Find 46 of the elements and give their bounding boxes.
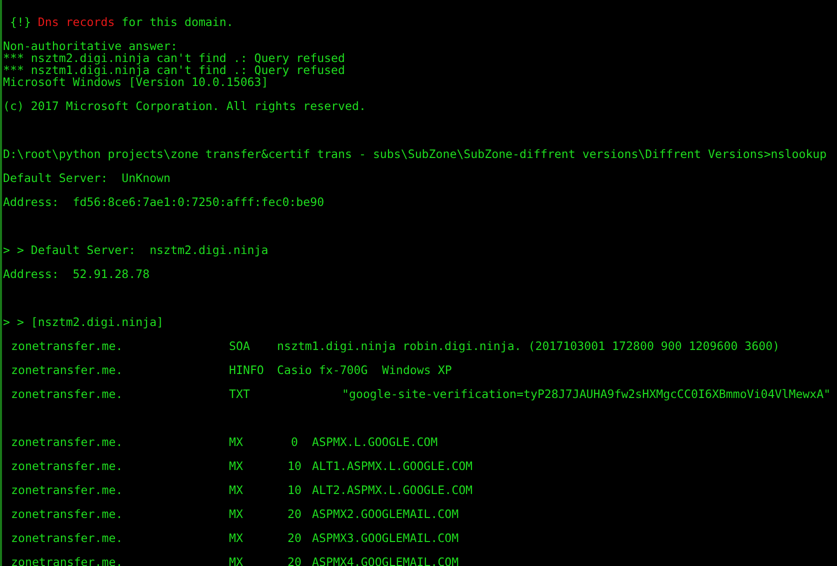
terminal-line: > > Default Server: nsztm2.digi.ninja <box>3 242 270 259</box>
record-data: Casio fx-700G <box>277 362 369 379</box>
record-data: Windows XP <box>382 362 452 379</box>
record-data: "google-site-verification=tyP28J7JAUHA9fw2sHXMgcCC0I6XBmmoVi04VlMewxA" <box>341 386 831 403</box>
terminal-line: Microsoft Windows [Version 10.0.15063] <box>3 76 268 88</box>
record-priority: 10 <box>286 458 302 475</box>
record-data: ASPMX3.GOOGLEMAIL.COM <box>312 530 459 547</box>
record-name: zonetransfer.me. <box>11 434 124 451</box>
record-priority: 10 <box>286 482 302 499</box>
record-name: zonetransfer.me. <box>11 554 124 566</box>
terminal-line: *** nsztm1.digi.ninja can't find .: Query refused <box>3 64 346 76</box>
record-type: SOA <box>229 338 251 355</box>
terminal-line: *** nsztm2.digi.ninja can't find .: Query refused <box>3 52 346 64</box>
terminal-line: Non-authoritative answer: <box>3 40 179 52</box>
record-name: zonetransfer.me. <box>11 530 124 547</box>
record-priority: 20 <box>286 506 302 523</box>
record-data: nsztm1.digi.ninja robin.digi.ninja. (2017103001 172800 900 1209600 3600) <box>277 338 780 355</box>
record-type: MX <box>229 530 244 547</box>
record-name: zonetransfer.me. <box>11 506 124 523</box>
terminal-line: > > [nsztm2.digi.ninja] <box>3 314 165 331</box>
record-type: MX <box>229 458 244 475</box>
record-name: zonetransfer.me. <box>11 362 124 379</box>
record-data: ASPMX4.GOOGLEMAIL.COM <box>312 554 459 566</box>
record-type: MX <box>229 554 244 566</box>
record-data: ALT1.ASPMX.L.GOOGLE.COM <box>312 458 473 475</box>
record-type: MX <box>229 434 244 451</box>
record-type: MX <box>229 482 244 499</box>
record-priority: 20 <box>286 530 302 547</box>
record-type: HINFO <box>229 362 265 379</box>
record-name: zonetransfer.me. <box>11 482 124 499</box>
record-name: zonetransfer.me. <box>11 386 124 403</box>
terminal-line: Address: 52.91.28.78 <box>3 266 151 283</box>
terminal-line: (c) 2017 Microsoft Corporation. All rights reserved. <box>3 98 367 115</box>
record-data: ALT2.ASPMX.L.GOOGLE.COM <box>312 482 473 499</box>
record-name: zonetransfer.me. <box>11 338 124 355</box>
terminal-line: {!} Dns records for this domain. <box>8 14 234 31</box>
record-priority: 20 <box>286 554 302 566</box>
record-data: ASPMX.L.GOOGLE.COM <box>312 434 438 451</box>
record-type: MX <box>229 506 244 523</box>
record-name: zonetransfer.me. <box>11 458 124 475</box>
terminal-line: Default Server: UnKnown <box>3 170 172 187</box>
record-data: ASPMX2.GOOGLEMAIL.COM <box>312 506 459 523</box>
record-priority: 0 <box>290 434 299 451</box>
terminal-line: D:\root\python projects\zone transfer&certif trans - subs\SubZone\SubZone-diffrent versions\Diffrent Versions>nslookup <box>3 146 828 163</box>
record-type: TXT <box>229 386 251 403</box>
terminal-line: Address: fd56:8ce6:7ae1:0:7250:afff:fec0:be90 <box>3 194 326 211</box>
